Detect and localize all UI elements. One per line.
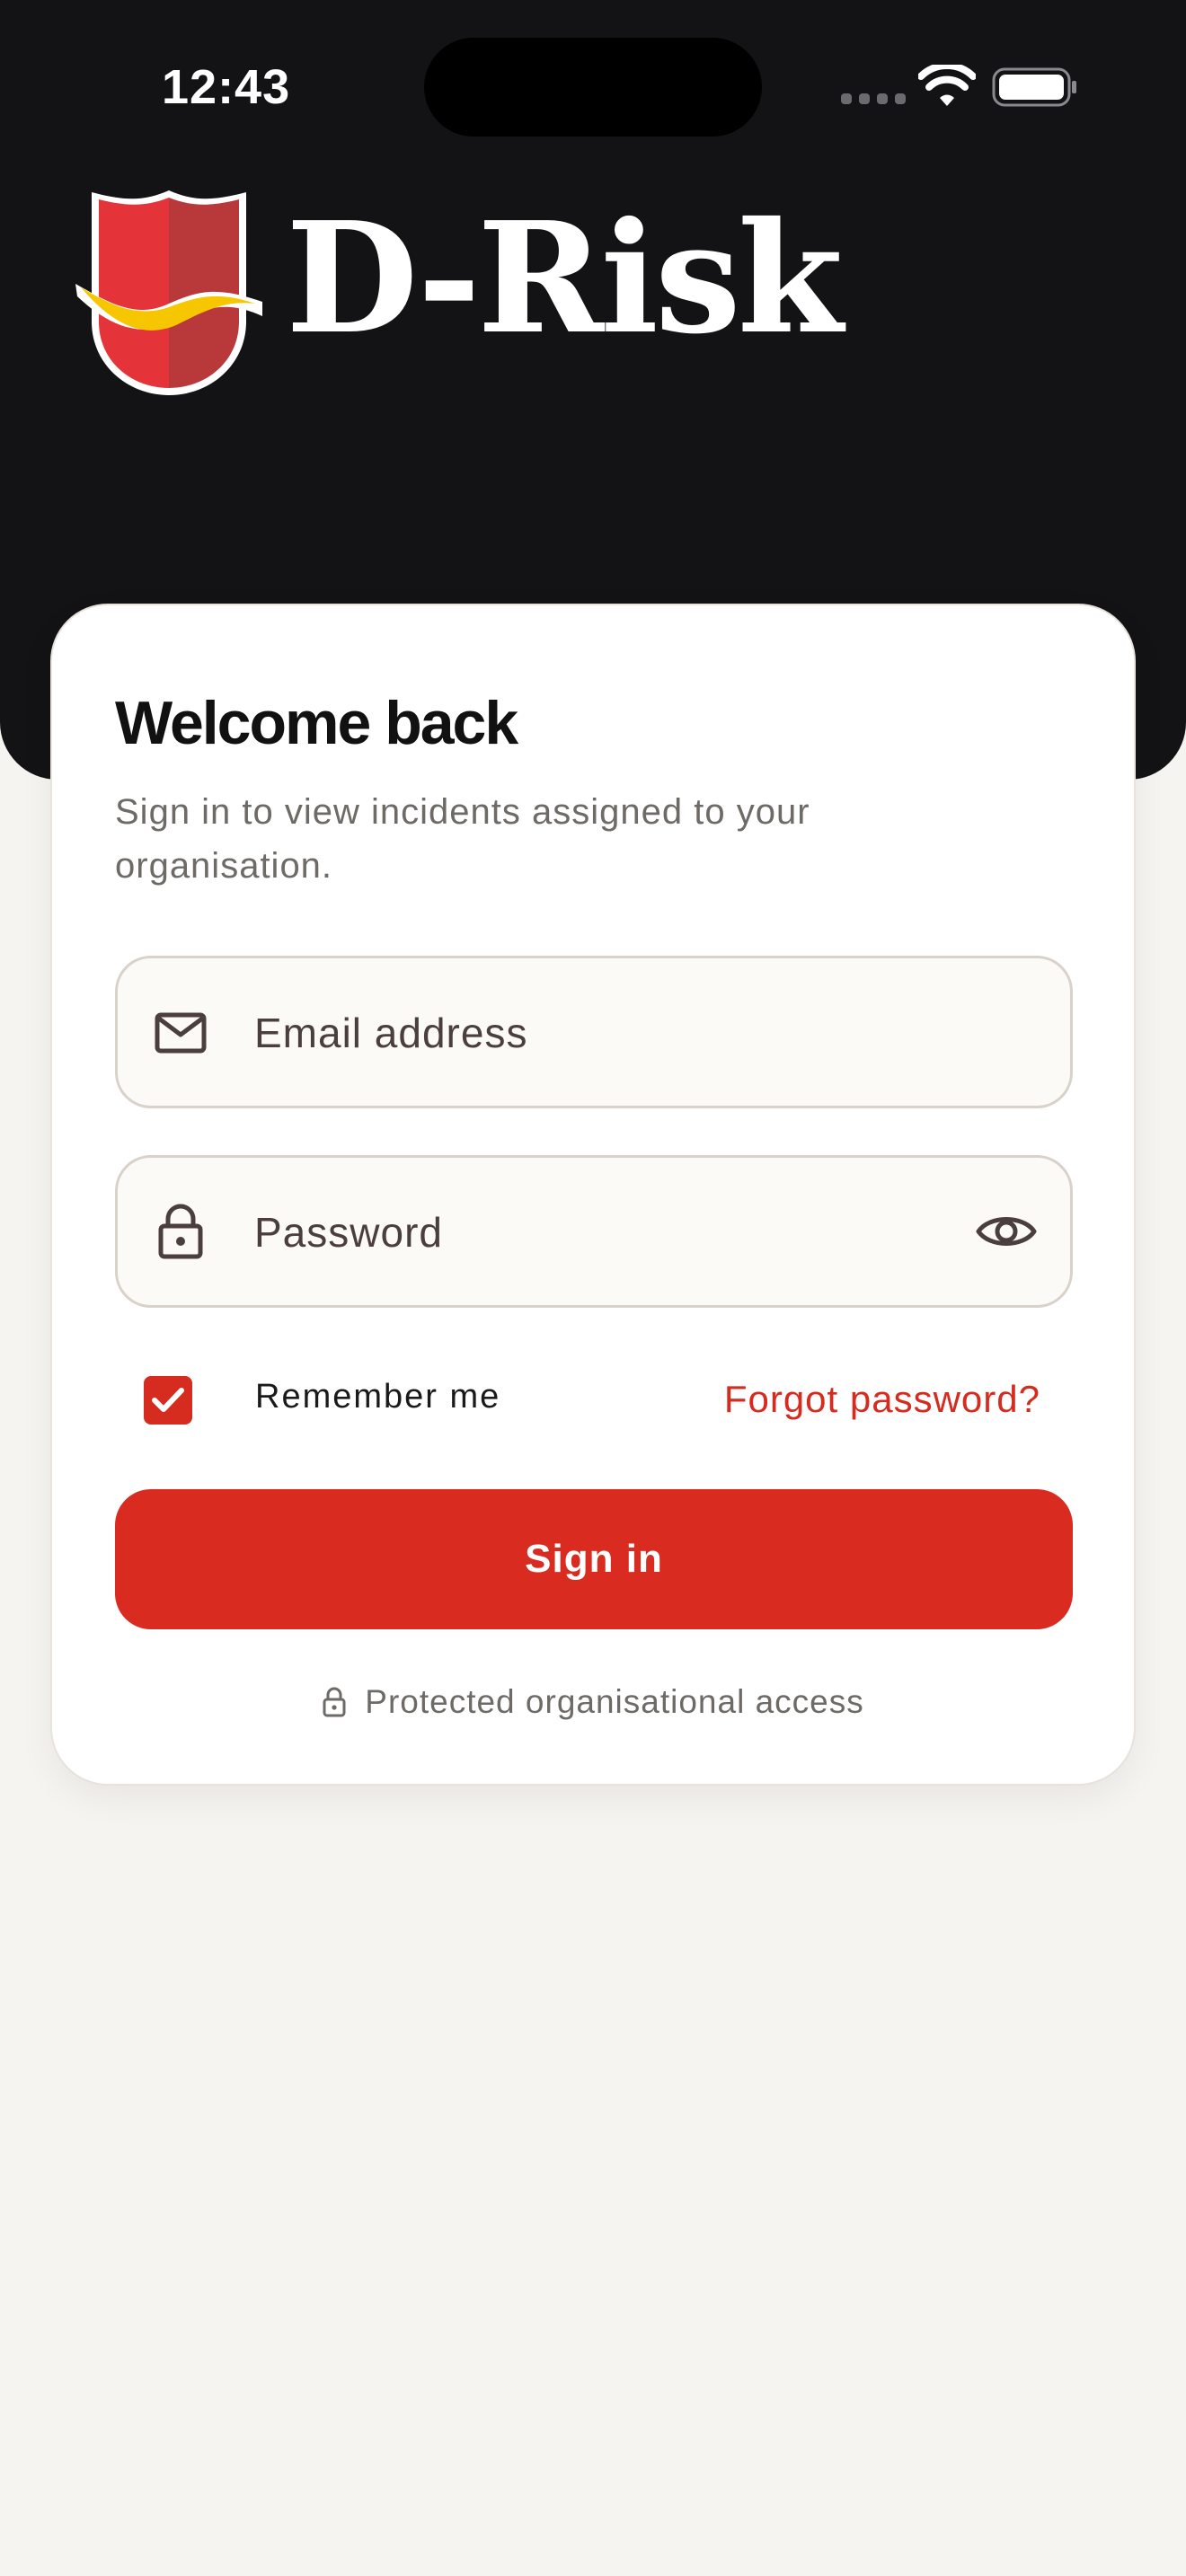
check-icon xyxy=(152,1388,184,1412)
password-field[interactable] xyxy=(115,1155,1073,1308)
lock-icon xyxy=(158,1204,203,1259)
page-title: Welcome back xyxy=(115,689,518,757)
dynamic-island xyxy=(424,38,762,137)
protected-note: Protected organisational access xyxy=(52,1680,1134,1725)
password-input[interactable] xyxy=(252,1158,975,1307)
email-field[interactable] xyxy=(115,956,1073,1108)
cellular-signal-icon xyxy=(841,93,906,104)
battery-icon xyxy=(992,67,1076,107)
protected-note-text: Protected organisational access xyxy=(365,1683,864,1720)
page-subtitle: Sign in to view incidents assigned to yo… xyxy=(115,792,810,886)
email-input[interactable] xyxy=(252,958,975,1107)
remember-row: Remember me Forgot password? xyxy=(115,1365,1073,1437)
remember-me-label[interactable]: Remember me xyxy=(255,1378,500,1416)
login-card: Welcome back Sign in to view incidents a… xyxy=(50,604,1136,1786)
status-time: 12:43 xyxy=(162,60,291,114)
mail-icon xyxy=(155,1012,207,1054)
remember-me-checkbox[interactable] xyxy=(144,1376,192,1425)
wifi-icon xyxy=(918,65,976,106)
lock-icon xyxy=(323,1687,346,1717)
brand-name: D-Risk xyxy=(286,189,843,368)
d-risk-shield-logo xyxy=(75,190,262,395)
sign-in-button[interactable]: Sign in xyxy=(115,1489,1073,1629)
forgot-password-link[interactable]: Forgot password? xyxy=(724,1378,1040,1421)
eye-icon[interactable] xyxy=(975,1208,1038,1255)
